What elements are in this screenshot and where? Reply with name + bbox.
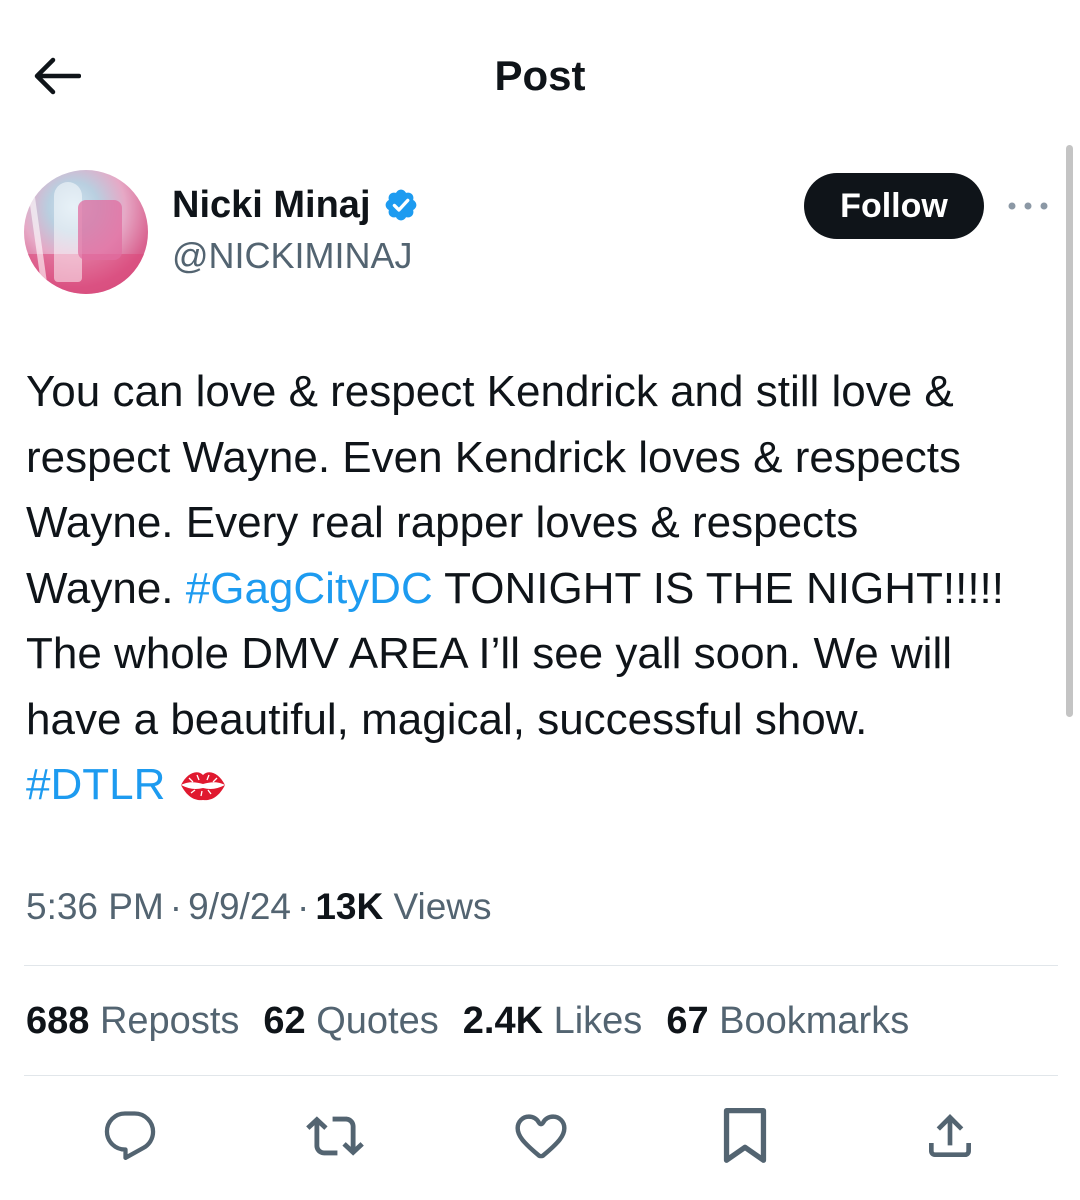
action-bar (0, 1100, 1080, 1170)
share-icon (929, 1114, 971, 1157)
bookmark-icon (723, 1107, 767, 1163)
stat-bookmarks[interactable]: 67 Bookmarks (666, 996, 909, 1046)
more-options-button[interactable] (1004, 190, 1052, 222)
post-text-line: respect Wayne. Even Kendrick loves & res… (26, 425, 1056, 491)
scrollbar[interactable] (1066, 145, 1073, 717)
post-text-line: The whole DMV AREA I’ll see yall soon. W… (26, 621, 1056, 687)
name-row: Nicki Minaj (172, 182, 419, 228)
divider (24, 965, 1058, 966)
user-handle[interactable]: @NICKIMINAJ (172, 234, 413, 278)
follow-button[interactable]: Follow (804, 173, 984, 239)
like-icon (515, 1114, 567, 1159)
bookmark-button[interactable] (715, 1106, 775, 1166)
stat-reposts[interactable]: 688 Reposts (26, 996, 239, 1046)
page-title: Post (494, 52, 586, 99)
repost-icon (306, 1116, 364, 1156)
verified-badge-icon (383, 187, 419, 223)
stat-quotes[interactable]: 62 Quotes (263, 996, 438, 1046)
engagement-stats: 688 Reposts 62 Quotes 2.4K Likes 67 Book… (26, 996, 909, 1046)
post-text-segment: You can love & respect Kendrick and stil… (26, 367, 954, 416)
top-bar: Post (0, 0, 1080, 150)
kiss-mark-icon (177, 758, 229, 801)
share-button[interactable] (920, 1106, 980, 1166)
hashtag-link[interactable]: #GagCityDC (186, 564, 433, 613)
views-label: Views (393, 886, 492, 927)
post-text-line: #DTLR (26, 752, 1056, 818)
post-text-segment: TONIGHT IS THE NIGHT!!!!! (432, 563, 1005, 613)
post-text-line: Wayne. #GagCityDC TONIGHT IS THE NIGHT!!… (26, 556, 1056, 622)
post-date[interactable]: 9/9/24 (188, 886, 291, 927)
views-count: 13K (315, 886, 384, 927)
meta-separator: · (297, 886, 310, 927)
post-text-line: Wayne. Every real rapper loves & respect… (26, 490, 1056, 556)
post-text-line: You can love & respect Kendrick and stil… (26, 359, 1056, 425)
meta-separator: · (169, 886, 183, 927)
reply-button[interactable] (100, 1106, 160, 1166)
post-text-segment: have a beautiful, magical, successful sh… (26, 694, 868, 744)
post-author: Nicki Minaj @NICKIMINAJ Follow (24, 168, 1064, 298)
post-text-segment: respect Wayne. Even Kendrick loves & res… (26, 432, 961, 482)
post-time[interactable]: 5:36 PM (26, 886, 164, 927)
stat-likes[interactable]: 2.4K Likes (463, 996, 643, 1046)
post-text-segment: Wayne. Every real rapper loves & respect… (26, 498, 859, 547)
avatar[interactable] (24, 170, 148, 294)
more-horizontal-icon (1008, 202, 1048, 210)
post-text-segment: The whole DMV AREA I’ll see yall soon. W… (26, 629, 952, 678)
post-text: You can love & respect Kendrick and stil… (26, 359, 1056, 818)
hashtag-link[interactable]: #DTLR (26, 760, 165, 809)
like-button[interactable] (511, 1106, 571, 1166)
post-text-line: have a beautiful, magical, successful sh… (26, 687, 1056, 753)
post-text-segment: Wayne. (26, 563, 186, 613)
divider (24, 1075, 1058, 1076)
display-name[interactable]: Nicki Minaj (172, 182, 371, 228)
post-meta: 5:36 PM · 9/9/24 · 13K Views (26, 883, 492, 931)
reply-icon (104, 1111, 156, 1160)
repost-button[interactable] (305, 1106, 365, 1166)
